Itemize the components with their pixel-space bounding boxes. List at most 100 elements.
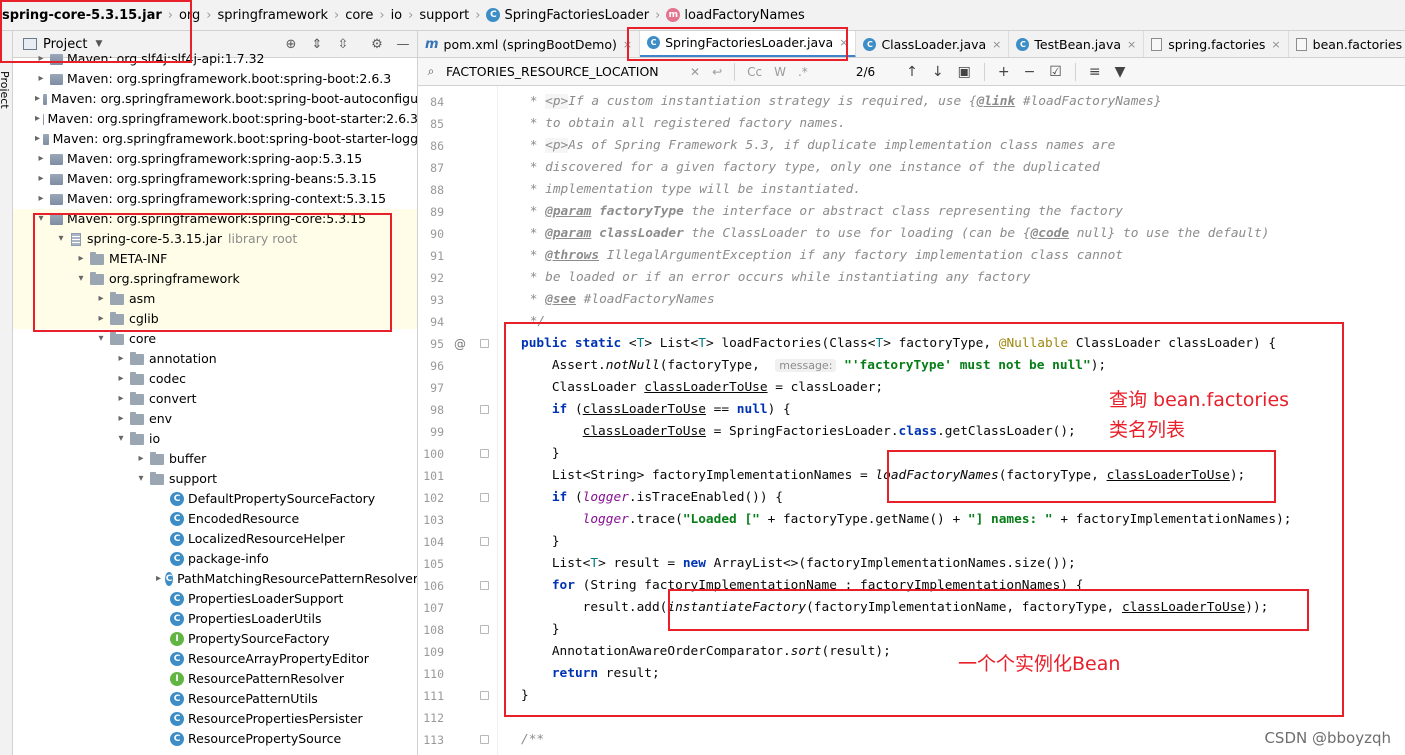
tree-item[interactable]: ▸ Maven: org.springframework:spring-conte…: [13, 189, 417, 209]
chevron-right-icon[interactable]: ▸: [35, 69, 47, 89]
chevron-right-icon[interactable]: ▸: [75, 249, 87, 269]
breadcrumb-item[interactable]: org: [175, 0, 204, 30]
chevron-down-icon[interactable]: ▾: [35, 209, 47, 229]
tab-4[interactable]: spring.factories ×: [1144, 31, 1289, 57]
search-input[interactable]: [446, 64, 684, 79]
fold-marker-icon[interactable]: [480, 537, 489, 546]
chevron-right-icon[interactable]: ▸: [115, 369, 127, 389]
tree-item[interactable]: ▾ spring-core-5.3.15.jar library root: [13, 229, 417, 249]
tab-2[interactable]: C ClassLoader.java ×: [856, 31, 1010, 57]
chevron-down-icon[interactable]: ▾: [115, 429, 127, 449]
select-all-occurrences-icon[interactable]: ☑: [1049, 64, 1062, 80]
tab-3[interactable]: C TestBean.java ×: [1009, 31, 1145, 57]
tree-item[interactable]: ▸ Maven: org.springframework.boot:spring-…: [13, 109, 417, 129]
filter-icon[interactable]: ▼: [1115, 64, 1126, 80]
close-icon[interactable]: ×: [992, 38, 1001, 51]
chevron-right-icon[interactable]: ▸: [155, 569, 162, 589]
tree-item[interactable]: ▸ asm: [13, 289, 417, 309]
fold-marker-icon[interactable]: [480, 449, 489, 458]
tree-item[interactable]: C DefaultPropertySourceFactory: [13, 489, 417, 509]
tree-item[interactable]: ▸ C PathMatchingResourcePatternResolver: [13, 569, 417, 589]
code-editor[interactable]: * <p>If a custom instantiation strategy …: [498, 86, 1405, 755]
chevron-right-icon[interactable]: ▸: [35, 149, 47, 169]
tree-item[interactable]: ▸ Maven: org.springframework.boot:spring-…: [13, 69, 417, 89]
chevron-right-icon[interactable]: ▸: [35, 169, 47, 189]
tree-item[interactable]: I PropertySourceFactory: [13, 629, 417, 649]
close-icon[interactable]: ×: [839, 36, 848, 49]
tree-item[interactable]: ▸ convert: [13, 389, 417, 409]
chevron-down-icon[interactable]: ▼: [95, 39, 102, 49]
tab-5[interactable]: bean.factories×: [1289, 31, 1405, 57]
annotation-gutter-icon[interactable]: @: [454, 333, 466, 355]
breadcrumb-item[interactable]: spring-core-5.3.15.jar: [0, 0, 166, 30]
tree-item[interactable]: C LocalizedResourceHelper: [13, 529, 417, 549]
breadcrumb-item[interactable]: io: [387, 0, 407, 30]
chevron-right-icon[interactable]: ▸: [135, 449, 147, 469]
fold-marker-icon[interactable]: [480, 625, 489, 634]
tree-item[interactable]: C EncodedResource: [13, 509, 417, 529]
arrow-down-icon[interactable]: ↓: [932, 64, 944, 80]
chevron-right-icon[interactable]: ▸: [35, 129, 40, 149]
fold-marker-icon[interactable]: [480, 493, 489, 502]
chevron-right-icon[interactable]: ▸: [95, 309, 107, 329]
tree-item[interactable]: ▸ codec: [13, 369, 417, 389]
tree-item[interactable]: Cpackage-info: [13, 549, 417, 569]
tree-item[interactable]: ▸ env: [13, 409, 417, 429]
tree-item[interactable]: ▸ Maven: org.slf4j:slf4j-api:1.7.32: [13, 49, 417, 69]
search-icon[interactable]: ⌕: [424, 64, 438, 79]
chevron-right-icon[interactable]: ▸: [35, 49, 47, 69]
remove-occurrence-icon[interactable]: −: [1024, 64, 1036, 80]
chevron-down-icon[interactable]: ▾: [95, 329, 107, 349]
chevron-right-icon[interactable]: ▸: [115, 409, 127, 429]
tree-item[interactable]: ▾ Maven: org.springframework:spring-core:…: [13, 209, 417, 229]
arrow-up-icon[interactable]: ↑: [906, 64, 918, 80]
project-tool-window-button[interactable]: Project: [0, 71, 11, 109]
tree-item[interactable]: ▸ buffer: [13, 449, 417, 469]
tree-item[interactable]: C ResourcePropertiesPersister: [13, 709, 417, 729]
tab-1[interactable]: C SpringFactoriesLoader.java ×: [640, 31, 857, 57]
tab-0[interactable]: m pom.xml (springBootDemo) ×: [418, 31, 641, 57]
tree-item[interactable]: C ResourcePropertySource: [13, 729, 417, 749]
tree-item[interactable]: ▸ Maven: org.springframework.boot:spring-…: [13, 129, 417, 149]
tree-item[interactable]: ▾ support: [13, 469, 417, 489]
breadcrumb-item[interactable]: core: [341, 0, 377, 30]
clear-search-icon[interactable]: ✕: [690, 65, 700, 79]
breadcrumb-item[interactable]: springframework: [214, 0, 332, 30]
breadcrumb-item[interactable]: m loadFactoryNames: [662, 0, 808, 30]
tree-item[interactable]: ▾ core: [13, 329, 417, 349]
breadcrumb-item[interactable]: C SpringFactoriesLoader: [482, 0, 653, 30]
tree-item[interactable]: C ResourcePatternUtils: [13, 689, 417, 709]
breadcrumb-item[interactable]: support: [415, 0, 473, 30]
chevron-right-icon[interactable]: ▸: [115, 389, 127, 409]
tree-item[interactable]: ▾ io: [13, 429, 417, 449]
close-icon[interactable]: ×: [1127, 38, 1136, 51]
fold-marker-icon[interactable]: [480, 339, 489, 348]
tree-item[interactable]: ▸ Maven: org.springframework.boot:spring-…: [13, 89, 417, 109]
whole-words-toggle[interactable]: W: [774, 65, 786, 79]
tree-item[interactable]: C PropertiesLoaderUtils: [13, 609, 417, 629]
tree-item[interactable]: ▸ META-INF: [13, 249, 417, 269]
chevron-right-icon[interactable]: ▸: [35, 89, 40, 109]
chevron-down-icon[interactable]: ▾: [55, 229, 67, 249]
tree-item[interactable]: ▸ Maven: org.springframework:spring-beans…: [13, 169, 417, 189]
tree-item[interactable]: I ResourcePatternResolver: [13, 669, 417, 689]
fold-marker-icon[interactable]: [480, 405, 489, 414]
chevron-right-icon[interactable]: ▸: [35, 189, 47, 209]
chevron-right-icon[interactable]: ▸: [35, 109, 40, 129]
chevron-down-icon[interactable]: ▾: [135, 469, 147, 489]
tree-item[interactable]: C PropertiesLoaderSupport: [13, 589, 417, 609]
tree-item[interactable]: ▸ Maven: org.springframework:spring-aop:5…: [13, 149, 417, 169]
chevron-down-icon[interactable]: ▾: [75, 269, 87, 289]
tree-item[interactable]: ▾ org.springframework: [13, 269, 417, 289]
history-icon[interactable]: ↩: [712, 65, 722, 79]
tree-item[interactable]: C ResourceArrayPropertyEditor: [13, 649, 417, 669]
tree-item[interactable]: ▸ cglib: [13, 309, 417, 329]
match-case-toggle[interactable]: Cc: [747, 65, 762, 79]
chevron-right-icon[interactable]: ▸: [115, 349, 127, 369]
add-occurrence-icon[interactable]: +: [998, 64, 1010, 80]
in-selection-icon[interactable]: ≡: [1089, 64, 1101, 80]
close-icon[interactable]: ×: [623, 38, 632, 51]
chevron-right-icon[interactable]: ▸: [95, 289, 107, 309]
open-in-window-icon[interactable]: ▣: [958, 64, 971, 80]
fold-marker-icon[interactable]: [480, 581, 489, 590]
